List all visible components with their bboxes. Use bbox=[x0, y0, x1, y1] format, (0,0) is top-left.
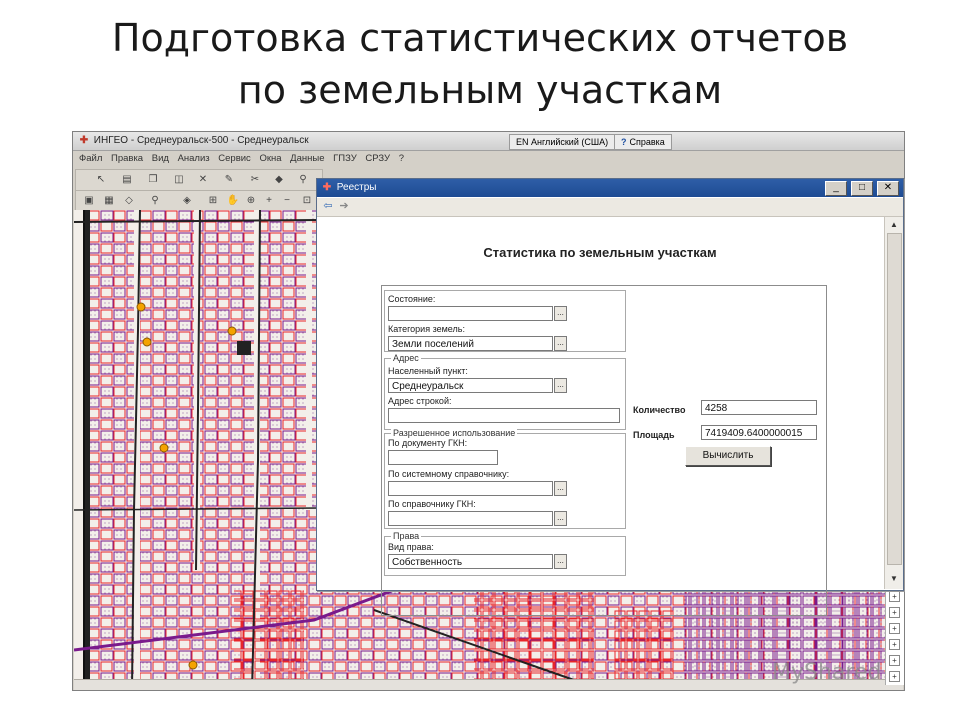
right-type-browse-button[interactable]: ... bbox=[554, 554, 567, 569]
open-tool-icon[interactable]: ▣ bbox=[82, 194, 96, 207]
zoom-in-icon[interactable]: + bbox=[262, 194, 276, 207]
rights-group-legend: Права bbox=[391, 530, 422, 542]
calculate-button[interactable]: Вычислить bbox=[685, 446, 771, 466]
address-string-label: Адрес строкой: bbox=[388, 396, 452, 406]
registries-titlebar: ✚ Реестры bbox=[317, 179, 903, 197]
right-type-field[interactable]: Собственность bbox=[388, 554, 553, 569]
tree-expand-icon[interactable]: + bbox=[889, 671, 900, 682]
dialog-vertical-scrollbar[interactable]: ▲ ▼ bbox=[884, 217, 903, 589]
form-heading: Статистика по земельным участкам bbox=[483, 245, 717, 260]
address-group-legend: Адрес bbox=[391, 352, 421, 364]
help-button[interactable]: ? Справка bbox=[614, 134, 672, 150]
layer-tree-panel: + + + + + + bbox=[885, 585, 904, 685]
address-string-field[interactable] bbox=[388, 408, 620, 423]
slide-title-line2: по земельным участкам bbox=[237, 68, 723, 112]
forward-arrow-icon[interactable]: ➔ bbox=[337, 200, 351, 213]
search-icon[interactable]: ⚲ bbox=[148, 194, 162, 207]
category-label: Категория земель: bbox=[388, 324, 465, 334]
zoom-window-icon[interactable]: ⊕ bbox=[244, 194, 258, 207]
scroll-thumb[interactable] bbox=[887, 233, 902, 565]
object-tool-icon[interactable]: ◫ bbox=[172, 173, 186, 186]
settlement-browse-button[interactable]: ... bbox=[554, 378, 567, 393]
help-label: Справка bbox=[629, 137, 665, 147]
paint-tool-icon[interactable]: ◈ bbox=[180, 194, 194, 207]
registries-window: ✚ Реестры _ □ ✕ ⇦ ➔ Статистика по земель… bbox=[316, 178, 904, 616]
count-field[interactable]: 4258 bbox=[701, 400, 817, 415]
menu-help[interactable]: ? bbox=[399, 151, 404, 167]
form-frame: Состояние: ... Категория земель: Земли п… bbox=[381, 285, 827, 616]
system-ref-browse-button[interactable]: ... bbox=[554, 481, 567, 496]
menu-service[interactable]: Сервис bbox=[218, 151, 251, 167]
tree-expand-icon[interactable]: + bbox=[889, 591, 900, 602]
category-field[interactable]: Земли поселений bbox=[388, 336, 553, 351]
navigation-bar: ⇦ ➔ bbox=[317, 198, 903, 217]
category-browse-button[interactable]: ... bbox=[554, 336, 567, 351]
tree-expand-icon[interactable]: + bbox=[889, 655, 900, 666]
by-gkn-doc-field[interactable] bbox=[388, 450, 498, 465]
scroll-up-icon[interactable]: ▲ bbox=[888, 219, 900, 231]
app-menubar: Файл Правка Вид Анализ Сервис Окна Данны… bbox=[73, 151, 904, 167]
watermark: MyShared bbox=[772, 660, 882, 685]
toolbar-view: ▣ ▦ ◇ ⚲ ◈ ⊞ ✋ ⊕ + − ⊡ bbox=[75, 190, 323, 212]
slide-title: Подготовка статистических отчетов по зем… bbox=[0, 12, 960, 116]
scroll-down-icon[interactable]: ▼ bbox=[888, 573, 900, 585]
window-logo-icon: ✚ bbox=[322, 182, 332, 193]
count-label: Количество bbox=[633, 405, 686, 415]
settlement-field[interactable]: Среднеуральск bbox=[388, 378, 553, 393]
maximize-button[interactable]: □ bbox=[851, 181, 873, 196]
state-field[interactable] bbox=[388, 306, 553, 321]
menu-srzu[interactable]: СРЗУ bbox=[365, 151, 390, 167]
tree-expand-icon[interactable]: + bbox=[889, 639, 900, 650]
by-system-ref-field[interactable] bbox=[388, 481, 553, 496]
tree-expand-icon[interactable]: + bbox=[889, 607, 900, 618]
language-indicator[interactable]: EN Английский (США) bbox=[509, 134, 616, 150]
state-label: Состояние: bbox=[388, 294, 436, 304]
slide-title-line1: Подготовка статистических отчетов bbox=[111, 16, 849, 60]
node-tool-icon[interactable]: ◆ bbox=[272, 173, 286, 186]
hand-tool-icon[interactable]: ✋ bbox=[226, 194, 240, 207]
close-button[interactable]: ✕ bbox=[877, 181, 899, 196]
gkn-ref-browse-button[interactable]: ... bbox=[554, 511, 567, 526]
menu-data[interactable]: Данные bbox=[290, 151, 324, 167]
back-arrow-icon[interactable]: ⇦ bbox=[321, 200, 335, 213]
app-titlebar: ✚ ИНГЕО - Среднеуральск-500 - Среднеурал… bbox=[73, 132, 904, 151]
by-system-ref-label: По системному справочнику: bbox=[388, 469, 510, 479]
menu-gpzu[interactable]: ГПЗУ bbox=[333, 151, 357, 167]
right-type-label: Вид права: bbox=[388, 542, 434, 552]
menu-windows[interactable]: Окна bbox=[259, 151, 281, 167]
copy-tool-icon[interactable]: ❐ bbox=[146, 173, 160, 186]
cut-tool-icon[interactable]: ✂ bbox=[248, 173, 262, 186]
state-browse-button[interactable]: ... bbox=[554, 306, 567, 321]
by-gkn-doc-label: По документу ГКН: bbox=[388, 438, 468, 448]
save-tool-icon[interactable]: ▦ bbox=[102, 194, 116, 207]
zoom-extent-icon[interactable]: ⊡ bbox=[300, 194, 314, 207]
menu-analysis[interactable]: Анализ bbox=[178, 151, 210, 167]
delete-tool-icon[interactable]: ✕ bbox=[196, 173, 210, 186]
ruler-tool-icon[interactable]: ⊞ bbox=[206, 194, 220, 207]
settlement-label: Населенный пункт: bbox=[388, 366, 468, 376]
by-gkn-ref-field[interactable] bbox=[388, 511, 553, 526]
app-title: ИНГЕО - Среднеуральск-500 - Среднеуральс… bbox=[93, 135, 309, 146]
select-tool-icon[interactable]: ↖ bbox=[94, 173, 108, 186]
app-logo-icon: ✚ bbox=[79, 135, 89, 146]
area-field[interactable]: 7419409.6400000015 bbox=[701, 425, 817, 440]
by-gkn-ref-label: По справочнику ГКН: bbox=[388, 499, 476, 509]
menu-edit[interactable]: Правка bbox=[111, 151, 143, 167]
layers-tool-icon[interactable]: ▤ bbox=[120, 173, 134, 186]
attach-tool-icon[interactable]: ⚲ bbox=[296, 173, 310, 186]
help-icon: ? bbox=[621, 137, 627, 147]
menu-view[interactable]: Вид bbox=[152, 151, 169, 167]
toolbar-edit: ↖ ▤ ❐ ◫ ✕ ✎ ✂ ◆ ⚲ bbox=[75, 169, 323, 191]
area-label: Площадь bbox=[633, 430, 675, 440]
eraser-tool-icon[interactable]: ◇ bbox=[122, 194, 136, 207]
menu-file[interactable]: Файл bbox=[79, 151, 102, 167]
pencil-tool-icon[interactable]: ✎ bbox=[222, 173, 236, 186]
tree-expand-icon[interactable]: + bbox=[889, 623, 900, 634]
zoom-out-icon[interactable]: − bbox=[280, 194, 294, 207]
registries-title: Реестры bbox=[336, 182, 377, 193]
minimize-button[interactable]: _ bbox=[825, 181, 847, 196]
statistics-form-body: Статистика по земельным участкам Состоян… bbox=[317, 217, 883, 616]
